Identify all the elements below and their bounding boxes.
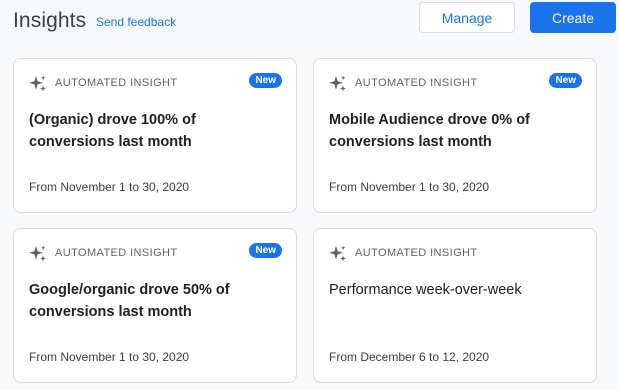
sparkle-icon [29,75,46,92]
insight-date-range: From December 6 to 12, 2020 [329,350,490,364]
insights-page: Insights Send feedback Manage Create AUT… [0,0,619,390]
insight-date-range: From November 1 to 30, 2020 [29,350,190,364]
insight-type-label: AUTOMATED INSIGHT [55,247,178,259]
insight-headline: Mobile Audience drove 0% of conversions … [329,112,530,150]
sparkle-icon [329,75,346,92]
create-button[interactable]: Create [530,2,616,33]
insight-card-header: AUTOMATED INSIGHT New [328,73,582,93]
send-feedback-link[interactable]: Send feedback [96,15,176,29]
insight-card[interactable]: AUTOMATED INSIGHT New Mobile Audience dr… [313,58,597,213]
sparkle-icon [29,245,46,262]
page-title: Insights [13,9,87,32]
insight-date-range: From November 1 to 30, 2020 [29,180,190,194]
page-header: Insights Send feedback Manage Create [13,0,619,46]
insight-type-label: AUTOMATED INSIGHT [355,77,478,89]
new-badge: New [249,243,282,258]
insight-card[interactable]: AUTOMATED INSIGHT Performance week-over-… [313,228,597,383]
insight-card[interactable]: AUTOMATED INSIGHT New Google/organic dro… [13,228,297,383]
manage-button[interactable]: Manage [419,2,515,33]
sparkle-icon [329,245,346,262]
insight-type-label: AUTOMATED INSIGHT [55,77,178,89]
insight-date-range: From November 1 to 30, 2020 [329,180,490,194]
new-badge: New [249,73,282,88]
insight-card-header: AUTOMATED INSIGHT [328,243,582,263]
new-badge: New [549,73,582,88]
insight-card-header: AUTOMATED INSIGHT New [28,243,282,263]
insight-card-header: AUTOMATED INSIGHT New [28,73,282,93]
insight-card[interactable]: AUTOMATED INSIGHT New (Organic) drove 10… [13,58,297,213]
insight-headline: Performance week-over-week [329,282,522,298]
insight-headline: (Organic) drove 100% of conversions last… [29,112,196,150]
insight-type-label: AUTOMATED INSIGHT [355,247,478,259]
insight-headline: Google/organic drove 50% of conversions … [29,282,230,320]
